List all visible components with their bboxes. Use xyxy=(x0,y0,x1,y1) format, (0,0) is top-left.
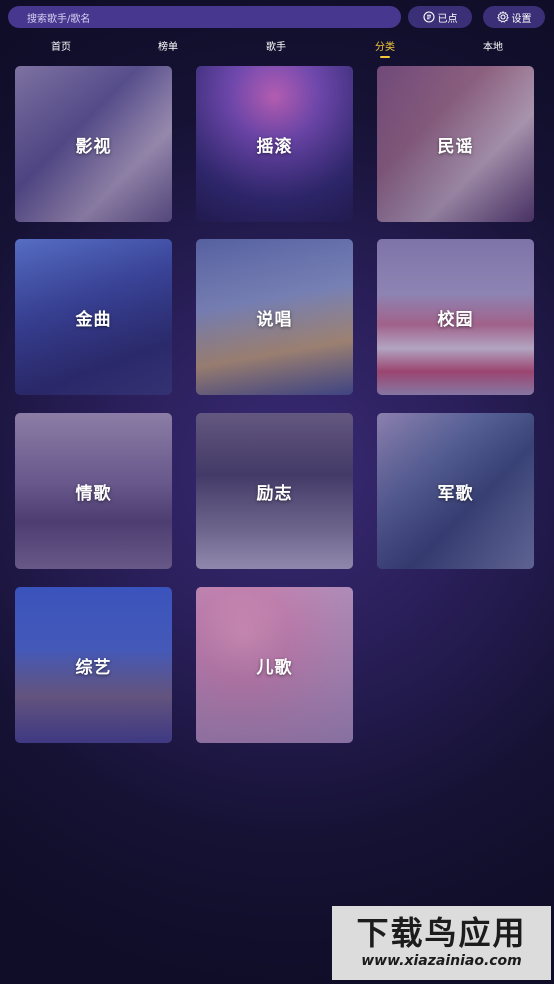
category-tile-folk[interactable]: 民谣 xyxy=(377,66,534,222)
tab-categories[interactable]: 分类 xyxy=(355,38,415,58)
search-input[interactable]: 搜索歌手/歌名 xyxy=(8,6,401,28)
category-label: 情歌 xyxy=(75,483,112,504)
category-label: 金曲 xyxy=(75,309,112,330)
nav-tabs: 首页 榜单 歌手 分类 本地 xyxy=(0,38,554,58)
active-tab-indicator xyxy=(380,56,390,58)
category-tile-rap[interactable]: 说唱 xyxy=(196,239,353,395)
category-tile-variety[interactable]: 综艺 xyxy=(15,587,172,743)
category-label: 摇滚 xyxy=(256,136,293,157)
tab-charts-label: 榜单 xyxy=(158,42,178,53)
tab-singers[interactable]: 歌手 xyxy=(246,38,306,53)
category-tile-campus[interactable]: 校园 xyxy=(377,239,534,395)
ordered-list-icon xyxy=(422,11,435,23)
category-label: 综艺 xyxy=(75,657,112,678)
category-tile-inspirational[interactable]: 励志 xyxy=(196,413,353,569)
category-label: 军歌 xyxy=(437,483,474,504)
settings-button[interactable]: 设置 xyxy=(483,6,545,28)
category-label: 民谣 xyxy=(437,136,474,157)
category-label: 校园 xyxy=(437,309,474,330)
category-label: 影视 xyxy=(75,136,112,157)
category-tile-classics[interactable]: 金曲 xyxy=(15,239,172,395)
ordered-songs-button[interactable]: 已点 xyxy=(408,6,472,28)
watermark-url: www.xiazainiao.com xyxy=(361,953,522,969)
category-tile-military[interactable]: 军歌 xyxy=(377,413,534,569)
category-tile-love-songs[interactable]: 情歌 xyxy=(15,413,172,569)
top-bar: 搜索歌手/歌名 已点 设置 xyxy=(8,6,548,28)
category-tile-film[interactable]: 影视 xyxy=(15,66,172,222)
watermark-title: 下载鸟应用 xyxy=(356,914,527,952)
tab-categories-label: 分类 xyxy=(375,42,395,53)
category-label: 说唱 xyxy=(256,309,293,330)
tab-local[interactable]: 本地 xyxy=(463,38,523,53)
category-tile-rock[interactable]: 摇滚 xyxy=(196,66,353,222)
category-label: 儿歌 xyxy=(256,657,293,678)
category-label: 励志 xyxy=(256,483,293,504)
tab-local-label: 本地 xyxy=(483,42,503,53)
tab-home-label: 首页 xyxy=(51,42,71,53)
watermark-logo: 下载鸟应用 www.xiazainiao.com xyxy=(332,906,551,980)
settings-label: 设置 xyxy=(511,13,532,25)
tab-singers-label: 歌手 xyxy=(266,42,286,53)
gear-icon xyxy=(496,11,509,23)
tab-home[interactable]: 首页 xyxy=(31,38,91,53)
tab-charts[interactable]: 榜单 xyxy=(138,38,198,53)
search-placeholder: 搜索歌手/歌名 xyxy=(27,13,91,25)
ordered-label: 已点 xyxy=(437,13,458,25)
category-tile-kids[interactable]: 儿歌 xyxy=(196,587,353,743)
